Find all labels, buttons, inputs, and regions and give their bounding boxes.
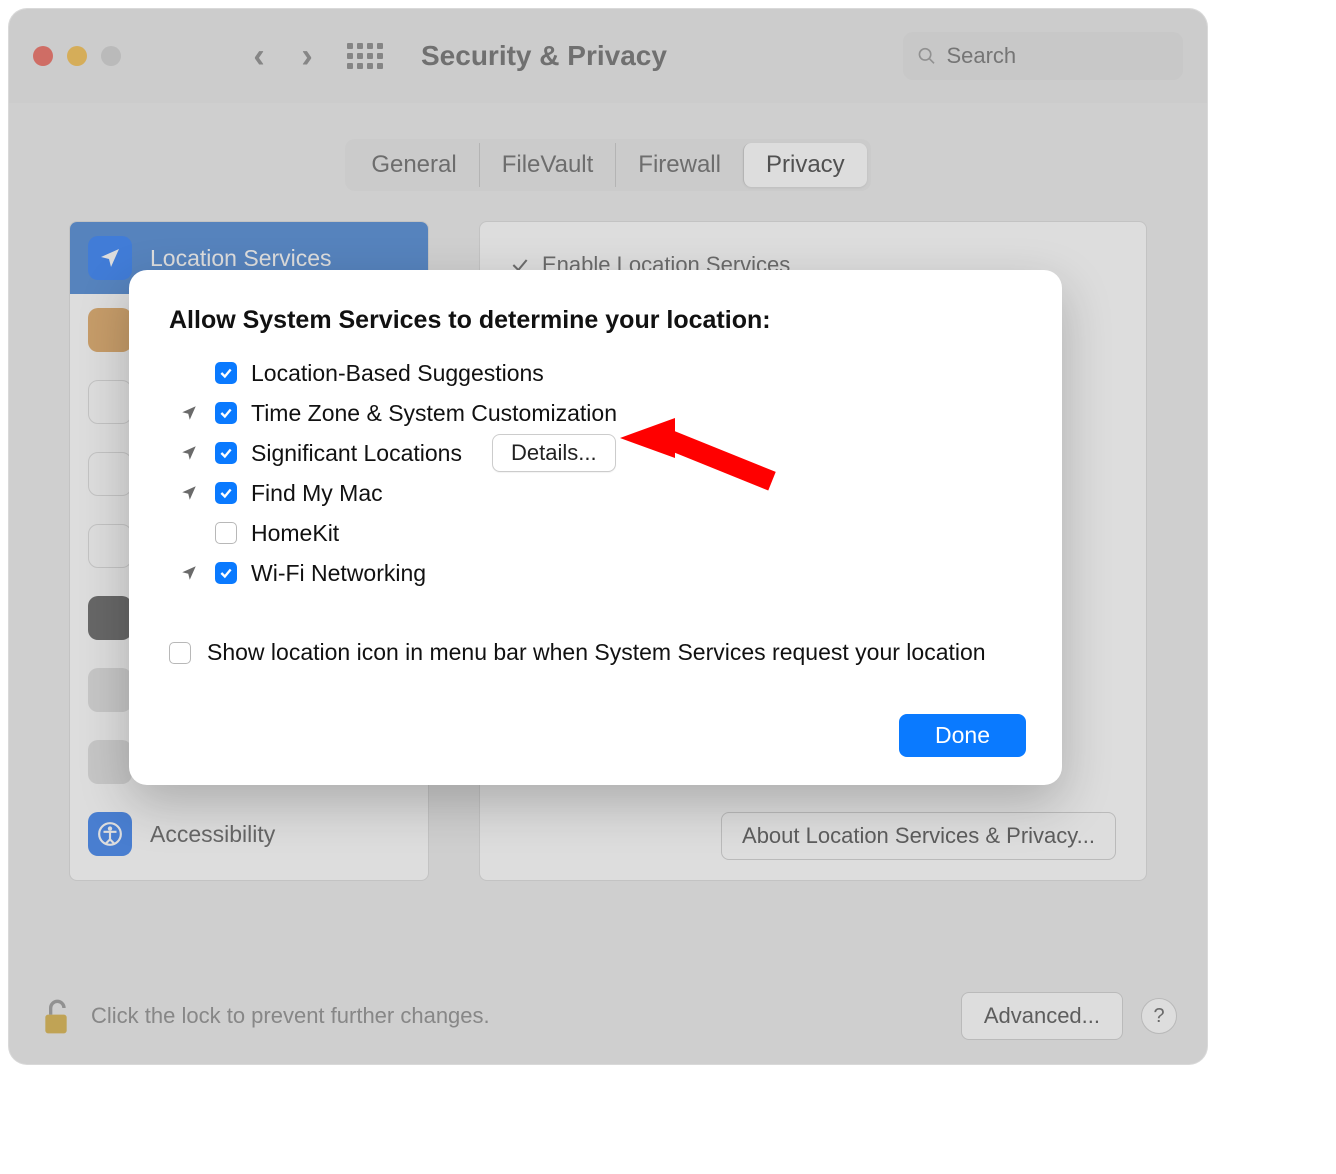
checkbox-significant-locations[interactable] bbox=[215, 442, 237, 464]
dialog-heading: Allow System Services to determine your … bbox=[169, 306, 1022, 335]
tab-group: General FileVault Firewall Privacy bbox=[345, 139, 870, 191]
search-field[interactable] bbox=[903, 32, 1183, 80]
tab-bar: General FileVault Firewall Privacy bbox=[9, 139, 1207, 191]
tab-privacy[interactable]: Privacy bbox=[743, 143, 867, 187]
show-icon-row: Show location icon in menu bar when Syst… bbox=[169, 639, 1022, 666]
checkbox-find-my-mac[interactable] bbox=[215, 482, 237, 504]
lock-open-icon[interactable] bbox=[39, 996, 73, 1036]
microphone-icon bbox=[88, 668, 132, 712]
window-footer: Click the lock to prevent further change… bbox=[39, 992, 1177, 1040]
service-label: Location-Based Suggestions bbox=[251, 360, 544, 387]
titlebar: ‹ › Security & Privacy bbox=[9, 9, 1207, 103]
checkbox-show-menu-bar-icon[interactable] bbox=[169, 642, 191, 664]
sidebar-item-label: Location Services bbox=[150, 245, 332, 272]
close-window-button[interactable] bbox=[33, 46, 53, 66]
system-services-dialog: Allow System Services to determine your … bbox=[129, 270, 1062, 785]
location-arrow-icon bbox=[88, 236, 132, 280]
sidebar-item-accessibility[interactable]: Accessibility bbox=[70, 798, 428, 870]
reminders-icon bbox=[88, 452, 132, 496]
forward-button[interactable]: › bbox=[287, 37, 327, 76]
service-row: Wi-Fi Networking bbox=[177, 553, 1022, 593]
photos-icon bbox=[88, 524, 132, 568]
service-label: Time Zone & System Customization bbox=[251, 400, 617, 427]
recent-location-icon bbox=[177, 404, 201, 422]
checkbox-location-based-suggestions[interactable] bbox=[215, 362, 237, 384]
screen-recording-icon bbox=[88, 596, 132, 640]
accessibility-icon bbox=[88, 812, 132, 856]
checkbox-homekit[interactable] bbox=[215, 522, 237, 544]
done-button[interactable]: Done bbox=[899, 714, 1026, 757]
show-all-icon[interactable] bbox=[347, 43, 383, 69]
checkbox-wifi-networking[interactable] bbox=[215, 562, 237, 584]
service-label: Find My Mac bbox=[251, 480, 383, 507]
sidebar-item-label: Accessibility bbox=[150, 821, 275, 848]
back-button[interactable]: ‹ bbox=[239, 37, 279, 76]
advanced-button[interactable]: Advanced... bbox=[961, 992, 1123, 1040]
zoom-window-button[interactable] bbox=[101, 46, 121, 66]
service-row: Significant Locations Details... bbox=[177, 433, 1022, 473]
tab-general[interactable]: General bbox=[349, 143, 478, 187]
calendar-icon bbox=[88, 380, 132, 424]
service-label: HomeKit bbox=[251, 520, 339, 547]
speech-recognition-icon bbox=[88, 740, 132, 784]
help-button[interactable]: ? bbox=[1141, 998, 1177, 1034]
traffic-lights bbox=[33, 46, 121, 66]
service-label: Significant Locations bbox=[251, 440, 462, 467]
about-location-button[interactable]: About Location Services & Privacy... bbox=[721, 812, 1116, 860]
search-input[interactable] bbox=[946, 43, 1169, 69]
service-row: HomeKit bbox=[177, 513, 1022, 553]
contacts-icon bbox=[88, 308, 132, 352]
details-button[interactable]: Details... bbox=[492, 434, 616, 472]
service-label: Wi-Fi Networking bbox=[251, 560, 426, 587]
recent-location-icon bbox=[177, 484, 201, 502]
show-icon-label: Show location icon in menu bar when Syst… bbox=[207, 639, 986, 666]
search-icon bbox=[917, 45, 936, 67]
recent-location-icon bbox=[177, 444, 201, 462]
checkbox-time-zone[interactable] bbox=[215, 402, 237, 424]
tab-filevault[interactable]: FileVault bbox=[479, 143, 616, 187]
minimize-window-button[interactable] bbox=[67, 46, 87, 66]
window-title: Security & Privacy bbox=[421, 40, 895, 72]
tab-firewall[interactable]: Firewall bbox=[615, 143, 743, 187]
lock-hint-text: Click the lock to prevent further change… bbox=[91, 1003, 490, 1029]
service-row: Time Zone & System Customization bbox=[177, 393, 1022, 433]
recent-location-icon bbox=[177, 564, 201, 582]
service-row: Find My Mac bbox=[177, 473, 1022, 513]
service-row: Location-Based Suggestions bbox=[177, 353, 1022, 393]
